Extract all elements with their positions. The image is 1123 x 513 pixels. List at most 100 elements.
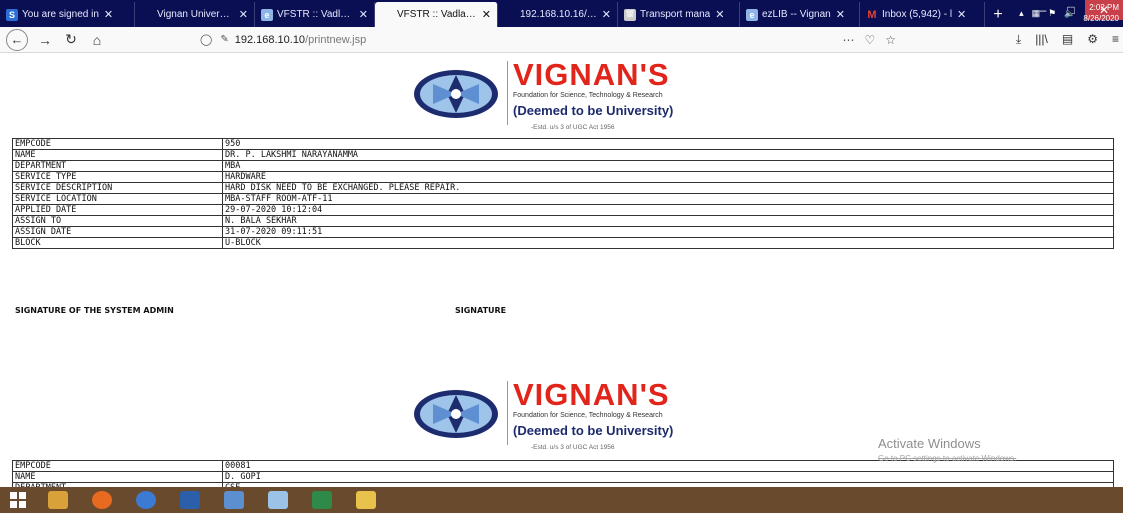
activate-windows-title: Activate Windows bbox=[878, 436, 981, 451]
folder-icon bbox=[356, 491, 376, 509]
library-icon[interactable]: |||\ bbox=[1035, 32, 1048, 47]
tab-label: Vignan University:Vi bbox=[157, 9, 234, 20]
taskbar-app-button[interactable] bbox=[256, 487, 300, 513]
page-content: VIGNAN'S Foundation for Science, Technol… bbox=[0, 54, 1123, 487]
new-tab-button[interactable]: + bbox=[985, 2, 1011, 27]
taskbar-app-button[interactable] bbox=[36, 487, 80, 513]
logo-divider bbox=[507, 61, 508, 125]
activate-windows-sub: Go to PC settings to activate Windows. bbox=[878, 454, 1017, 463]
field-value: DR. P. LAKSHMI NARAYANAMMA bbox=[222, 149, 1114, 161]
tracking-shield-icon[interactable]: ◯ bbox=[200, 33, 212, 46]
browser-tab[interactable]: M Inbox (5,942) - l ✕ bbox=[860, 2, 985, 27]
table-row: ASSIGN TO N. BALA SEKHAR bbox=[12, 215, 1114, 227]
tab-close-icon[interactable]: ✕ bbox=[239, 8, 248, 21]
tab-label: VFSTR :: Vadlam bbox=[277, 9, 354, 20]
brand-estd: -Estd. u/s 3 of UGC Act 1956 bbox=[531, 444, 615, 451]
url-actions: ⋯ ♡ ☆ bbox=[842, 33, 896, 47]
field-label: DEPARTMENT bbox=[12, 160, 223, 172]
word-icon bbox=[180, 491, 200, 509]
clock[interactable]: 2:02 PM 8/26/2020 bbox=[1083, 2, 1119, 24]
browser-tab[interactable]: e ezLIB -- Vignan ✕ bbox=[740, 2, 860, 27]
field-value: 31-07-2020 09:11:51 bbox=[222, 226, 1114, 238]
file-explorer-icon bbox=[48, 491, 68, 509]
clock-time: 2:02 PM bbox=[1089, 3, 1119, 12]
brand-name: VIGNAN'S bbox=[513, 57, 670, 92]
tab-label: ezLIB -- Vignan bbox=[762, 9, 831, 20]
field-value: 29-07-2020 10:12:04 bbox=[222, 204, 1114, 216]
user-signature-label: SIGNATURE bbox=[455, 306, 507, 315]
taskbar-app-button[interactable] bbox=[300, 487, 344, 513]
taskbar-app-button[interactable] bbox=[344, 487, 388, 513]
tray-arrow-icon[interactable]: ▴ bbox=[1019, 8, 1024, 19]
field-label: SERVICE DESCRIPTION bbox=[12, 182, 223, 194]
downloads-icon[interactable]: ⤓ bbox=[1016, 32, 1021, 47]
media-icon bbox=[268, 491, 288, 509]
logo-text: VIGNAN'S Foundation for Science, Technol… bbox=[513, 379, 674, 452]
sidebar-icon[interactable]: ▤ bbox=[1062, 32, 1073, 47]
forward-button[interactable]: → bbox=[32, 29, 58, 51]
brand-estd: -Estd. u/s 3 of UGC Act 1956 bbox=[531, 124, 615, 131]
paint-icon bbox=[224, 491, 244, 509]
field-label: NAME bbox=[12, 471, 223, 483]
field-value: N. BALA SEKHAR bbox=[222, 215, 1114, 227]
browser-tab[interactable]: 192.168.10.16/ezlib_c ✕ bbox=[498, 2, 618, 27]
tab-label: VFSTR :: Vadlamudi bbox=[397, 9, 477, 20]
taskbar bbox=[0, 487, 1123, 513]
back-button[interactable]: ← bbox=[6, 28, 28, 51]
extension-icon[interactable]: ⚙ bbox=[1087, 32, 1098, 47]
table-row: APPLIED DATE 29-07-2020 10:12:04 bbox=[12, 204, 1114, 216]
url-path: /printnew.jsp bbox=[305, 33, 367, 46]
page-actions-icon[interactable]: ⋯ bbox=[842, 33, 854, 47]
browser-tab[interactable]: ⛆ Transport mana ✕ bbox=[618, 2, 740, 27]
browser-tab[interactable]: S You are signed in ✕ bbox=[0, 2, 135, 27]
system-tray: ▴ ▦ ⚑ 🔈 2:02 PM 8/26/2020 bbox=[1019, 0, 1119, 26]
taskbar-app-button[interactable] bbox=[168, 487, 212, 513]
flag-icon[interactable]: ⚑ bbox=[1048, 8, 1056, 19]
menu-icon[interactable]: ≡ bbox=[1112, 32, 1119, 47]
emblem-icon bbox=[414, 390, 498, 438]
taskbar-app-button[interactable] bbox=[212, 487, 256, 513]
taskbar-app-button[interactable] bbox=[124, 487, 168, 513]
browser-tab[interactable]: e VFSTR :: Vadlam ✕ bbox=[255, 2, 375, 27]
start-button[interactable] bbox=[0, 487, 36, 513]
network-icon[interactable]: ▦ bbox=[1032, 8, 1041, 19]
browser-tab-bar: S You are signed in ✕ Vignan University:Vi ✕… bbox=[0, 0, 1123, 27]
tab-close-icon[interactable]: ✕ bbox=[715, 8, 724, 21]
reload-button[interactable]: ↻ bbox=[58, 29, 84, 51]
address-bar[interactable]: ◯ ✎ 192.168.10.10/printnew.jsp ⋯ ♡ ☆ bbox=[200, 29, 906, 51]
table-row: EMPCODE 950 bbox=[12, 138, 1114, 150]
insecure-lock-icon[interactable]: ✎ bbox=[220, 34, 228, 45]
tab-favicon-icon: S bbox=[6, 8, 18, 21]
field-label: ASSIGN TO bbox=[12, 215, 223, 227]
field-value: MBA-STAFF ROOM-ATF-11 bbox=[222, 193, 1114, 205]
browser-tab[interactable]: Vignan University:Vi ✕ bbox=[135, 2, 255, 27]
brand-deemed: (Deemed to be University) bbox=[513, 423, 674, 438]
volume-icon[interactable]: 🔈 bbox=[1064, 8, 1075, 19]
tab-close-icon[interactable]: ✕ bbox=[482, 8, 491, 21]
field-label: EMPCODE bbox=[12, 138, 223, 150]
pocket-icon[interactable]: ♡ bbox=[864, 33, 875, 47]
tab-favicon-icon bbox=[504, 9, 516, 21]
bookmark-star-icon[interactable]: ☆ bbox=[885, 33, 896, 47]
excel-icon bbox=[312, 491, 332, 509]
emblem-icon bbox=[414, 70, 498, 118]
brand-subtitle: Foundation for Science, Technology & Res… bbox=[513, 412, 663, 419]
service-record-table-2: EMPCODE00081NAMED. GOPIDEPARTMENTCSE bbox=[12, 460, 1114, 487]
brand-subtitle: Foundation for Science, Technology & Res… bbox=[513, 92, 663, 99]
taskbar-app-button[interactable] bbox=[80, 487, 124, 513]
tab-close-icon[interactable]: ✕ bbox=[957, 8, 966, 21]
logo-text: VIGNAN'S Foundation for Science, Technol… bbox=[513, 57, 673, 132]
vignan-logo: VIGNAN'S Foundation for Science, Technol… bbox=[413, 57, 723, 135]
home-button[interactable]: ⌂ bbox=[84, 29, 110, 51]
service-record-table: EMPCODE 950 NAME DR. P. LAKSHMI NARAYANAMMA… bbox=[12, 138, 1114, 249]
browser-tab[interactable]: VFSTR :: Vadlamudi ✕ bbox=[375, 2, 498, 27]
tab-close-icon[interactable]: ✕ bbox=[359, 8, 368, 21]
field-label: SERVICE LOCATION bbox=[12, 193, 223, 205]
tab-favicon-icon: M bbox=[867, 8, 877, 21]
tab-close-icon[interactable]: ✕ bbox=[104, 8, 113, 21]
field-value: HARD DISK NEED TO BE EXCHANGED. PLEASE R… bbox=[222, 182, 1114, 194]
table-row: ASSIGN DATE 31-07-2020 09:11:51 bbox=[12, 226, 1114, 238]
tab-close-icon[interactable]: ✕ bbox=[836, 8, 845, 21]
tab-close-icon[interactable]: ✕ bbox=[602, 8, 611, 21]
navigation-bar: ← → ↻ ⌂ ◯ ✎ 192.168.10.10/printnew.jsp ⋯… bbox=[0, 27, 1123, 53]
